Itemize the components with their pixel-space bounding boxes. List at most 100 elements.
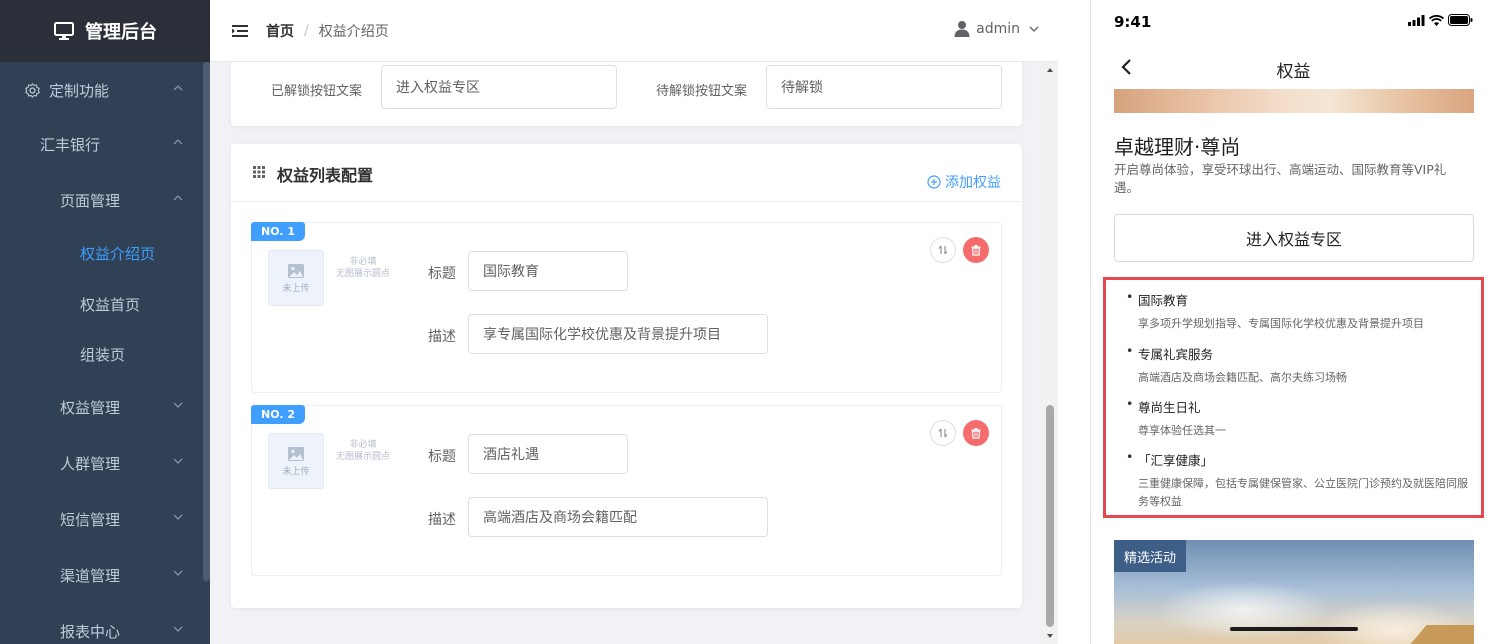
username: admin (976, 20, 1020, 37)
reorder-button[interactable] (930, 237, 956, 263)
content-scrollbar[interactable] (1042, 62, 1058, 644)
signal-icon (1408, 14, 1425, 26)
battery-icon (1448, 14, 1473, 26)
enter-benefit-zone-button[interactable]: 进入权益专区 (1114, 214, 1474, 262)
menu-label: 渠道管理 (60, 566, 121, 585)
optional-note: 非必填 无图展示圆点 (336, 256, 390, 280)
menu-label: 报表中心 (60, 622, 121, 641)
benefit-title: 尊尚生日礼 (1126, 396, 1476, 416)
input-value: 国际教育 (483, 264, 539, 280)
menu-fold-icon[interactable] (232, 24, 248, 38)
activity-tag: 精选活动 (1114, 540, 1187, 572)
benefit-list-config-card: 权益列表配置 添加权益 NO. 1 未上传 非必填 无图展示圆点 标题 国际教育… (231, 144, 1022, 608)
logo-text: 管理后台 (85, 22, 157, 43)
delete-button[interactable] (963, 420, 989, 446)
menu-label: 组装页 (80, 345, 126, 364)
unlocked-button-input[interactable]: 进入权益专区 (381, 65, 617, 109)
benefit-description: 三重健康保障，包括专属健保管家、公立医院门诊预约及就医陪同服务等权益 (1138, 477, 1468, 508)
breadcrumb-home[interactable]: 首页 (266, 21, 294, 41)
chevron-down-icon (173, 458, 183, 464)
delete-button[interactable] (963, 237, 989, 263)
locked-button-label: 待解锁按钮文案 (656, 84, 748, 99)
menu-custom-features[interactable]: 定制功能 (0, 65, 210, 115)
description-input[interactable]: 享专属国际化学校优惠及背景提升项目 (468, 314, 768, 354)
menu-hsbc[interactable]: 汇丰银行 (0, 119, 210, 169)
image-icon (288, 263, 304, 278)
hero-image (1114, 89, 1474, 113)
locked-button-input[interactable]: 待解锁 (766, 65, 1002, 109)
benefit-title: 专属礼宾服务 (1126, 343, 1476, 363)
benefit-entry: 国际教育 享多项升学规划指导、专属国际化学校优惠及背景提升项目 (1126, 289, 1476, 333)
card-title: 卓越理财·尊尚 (1114, 135, 1241, 159)
menu-label: 页面管理 (60, 191, 121, 210)
menu-page-management[interactable]: 页面管理 (0, 175, 210, 225)
benefit-title: 国际教育 (1126, 289, 1476, 309)
content-scrollbar-thumb[interactable] (1046, 405, 1054, 627)
card-title: 权益列表配置 (277, 166, 374, 185)
menu-sms-management[interactable]: 短信管理 (0, 494, 210, 544)
trash-icon (971, 245, 981, 256)
add-benefit-label: 添加权益 (945, 175, 1001, 191)
monitor-icon (54, 22, 74, 40)
image-upload[interactable]: 未上传 (268, 433, 324, 489)
grid-icon (253, 166, 265, 178)
user-dropdown[interactable]: admin (954, 20, 1040, 37)
description-input[interactable]: 高端酒店及商场会籍匹配 (468, 497, 768, 537)
chevron-down-icon (173, 570, 183, 576)
menu-benefit-management[interactable]: 权益管理 (0, 382, 210, 432)
trash-icon (971, 428, 981, 439)
status-bar-time: 9:41 (1114, 13, 1152, 31)
chevron-down-icon (173, 514, 183, 520)
input-value: 高端酒店及商场会籍匹配 (483, 510, 637, 526)
menu-label: 定制功能 (49, 81, 110, 100)
add-benefit-button[interactable]: 添加权益 (927, 172, 1001, 192)
sidebar: 管理后台 定制功能 汇丰银行 页面管理 权益介绍页 权益首页 组装页 权益管理 … (0, 0, 210, 644)
input-value: 待解锁 (781, 80, 823, 96)
image-icon (288, 446, 304, 461)
title-input[interactable]: 酒店礼遇 (468, 434, 628, 474)
menu-label: 短信管理 (60, 510, 121, 529)
input-value: 享专属国际化学校优惠及背景提升项目 (483, 327, 721, 343)
menu-benefit-home[interactable]: 权益首页 (0, 279, 210, 329)
status-bar-icons (1408, 14, 1473, 26)
title-label: 标题 (428, 449, 456, 465)
card-subtitle: 开启尊尚体验，享受环球出行、高端运动、国际教育等VIP礼遇。 (1114, 162, 1447, 195)
upload-status: 未上传 (282, 283, 310, 294)
title-label: 标题 (428, 266, 456, 282)
menu-assembly-page[interactable]: 组装页 (0, 329, 210, 379)
benefit-entry: 尊尚生日礼 尊享体验任选其一 (1126, 396, 1476, 440)
image-upload[interactable]: 未上传 (268, 250, 324, 306)
title-input[interactable]: 国际教育 (468, 251, 628, 291)
menu-audience-management[interactable]: 人群管理 (0, 438, 210, 488)
scroll-down-arrow-icon[interactable] (1042, 630, 1058, 642)
chevron-up-icon (173, 139, 183, 145)
optional-note-line: 无图展示圆点 (336, 269, 391, 279)
benefit-entry: 专属礼宾服务 高端酒店及商场会籍匹配、高尔夫练习场畅 (1126, 343, 1476, 387)
scroll-up-arrow-icon[interactable] (1042, 64, 1058, 76)
chevron-down-icon (1029, 26, 1039, 32)
cloud-graphic (1154, 580, 1334, 640)
input-value: 酒店礼遇 (483, 447, 539, 463)
home-indicator (1230, 627, 1358, 631)
sidebar-scrollbar[interactable] (203, 62, 210, 582)
button-label: 进入权益专区 (1245, 230, 1342, 249)
menu-label: 权益介绍页 (80, 244, 156, 263)
chevron-down-icon (173, 402, 183, 408)
menu-benefit-intro-page[interactable]: 权益介绍页 (0, 228, 210, 278)
optional-note-line: 非必填 (349, 440, 377, 450)
main-content: 已解锁按钮文案 进入权益专区 待解锁按钮文案 待解锁 权益列表配置 添加权益 N… (210, 62, 1042, 644)
benefit-title: 「汇享健康」 (1126, 449, 1476, 469)
plus-circle-icon (927, 175, 941, 189)
sort-arrows-icon (938, 245, 948, 255)
menu-label: 权益首页 (80, 295, 141, 314)
benefit-list-highlight: 国际教育 享多项升学规划指导、专属国际化学校优惠及背景提升项目 专属礼宾服务 高… (1103, 277, 1484, 518)
benefit-item: NO. 2 未上传 非必填 无图展示圆点 标题 酒店礼遇 描述 高端酒店及商场会… (251, 405, 1002, 576)
menu-label: 权益管理 (60, 398, 121, 417)
benefit-description: 尊享体验任选其一 (1138, 424, 1226, 437)
reorder-button[interactable] (930, 420, 956, 446)
sidebar-scrollbar-thumb[interactable] (203, 62, 210, 580)
description-label: 描述 (428, 329, 456, 345)
menu-channel-management[interactable]: 渠道管理 (0, 550, 210, 600)
menu-report-center[interactable]: 报表中心 (0, 606, 210, 644)
breadcrumb-separator: / (304, 23, 309, 39)
